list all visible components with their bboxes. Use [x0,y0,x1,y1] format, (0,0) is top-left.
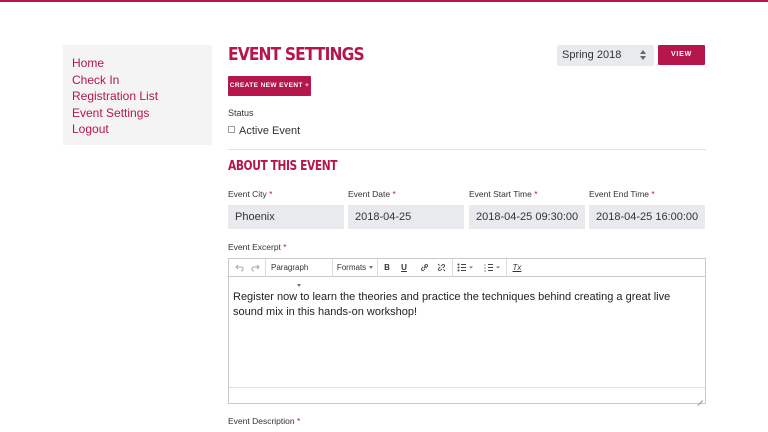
bold-button[interactable]: B [381,259,393,277]
page-title: EVENT SETTINGS [228,44,365,65]
chevron-down-icon [297,284,301,288]
formats-dropdown[interactable]: Formats [334,259,376,277]
top-accent-bar [0,0,768,2]
sidebar-item-registration-list[interactable]: Registration List [72,88,212,105]
undo-icon[interactable] [232,259,246,277]
required-marker: * [392,189,396,199]
sidebar-item-home[interactable]: Home [72,55,212,72]
formats-label: Formats [336,263,367,272]
paragraph-format-label: Paragraph [271,263,309,272]
event-description-label: Event Description * [228,416,300,426]
toolbar-separator [265,259,266,277]
event-end-time-label: Event End Time * [589,189,655,199]
unlink-icon[interactable] [435,259,447,277]
event-start-time-label: Event Start Time * [469,189,538,199]
excerpt-editor-content[interactable]: Register now to learn the theories and p… [233,290,699,320]
toolbar-separator [332,259,333,277]
status-label: Status [228,108,254,118]
chevron-down-icon [369,266,374,270]
numbered-list-icon[interactable]: 123 [482,259,502,277]
create-new-event-button[interactable]: CREATE NEW EVENT + [228,76,311,96]
required-marker: * [297,416,301,426]
toolbar-separator [452,259,453,277]
paragraph-format-dropdown[interactable]: Paragraph [267,259,331,288]
svg-text:3: 3 [484,269,486,272]
event-excerpt-label-text: Event Excerpt [228,242,281,252]
event-date-input[interactable]: 2018-04-25 [348,205,464,229]
view-button[interactable]: VIEW [658,45,705,65]
redo-icon[interactable] [248,259,262,277]
required-marker: * [534,189,538,199]
section-divider [228,149,706,150]
sidebar-item-event-settings[interactable]: Event Settings [72,105,212,122]
editor-toolbar: Paragraph Formats B U 123 Tx [229,259,705,288]
season-select[interactable]: Spring 2018 [557,45,654,66]
event-date-label-text: Event Date [348,189,391,199]
event-city-label-text: Event City [228,189,267,199]
required-marker: * [283,242,287,252]
sidebar-item-check-in[interactable]: Check In [72,72,212,89]
excerpt-editor: Paragraph Formats B U 123 Tx Register no… [228,258,706,404]
clear-formatting-button[interactable]: Tx [510,259,524,277]
toolbar-separator [377,259,378,277]
select-arrows-icon [640,49,647,62]
event-city-input[interactable]: Phoenix [228,205,344,229]
required-marker: * [651,189,655,199]
underline-button[interactable]: U [398,259,410,277]
resize-handle-icon[interactable] [697,395,703,401]
sidebar-item-logout[interactable]: Logout [72,121,212,138]
link-icon[interactable] [418,259,430,277]
event-excerpt-label: Event Excerpt * [228,242,287,252]
event-end-time-input[interactable]: 2018-04-25 16:00:00 [589,205,705,229]
event-end-time-label-text: Event End Time [589,189,650,199]
sidebar-nav: Home Check In Registration List Event Se… [63,45,212,145]
editor-statusbar [229,387,705,403]
event-start-time-input[interactable]: 2018-04-25 09:30:00 [469,205,585,229]
event-description-label-text: Event Description [228,416,295,426]
season-select-value: Spring 2018 [562,49,622,61]
active-event-checkbox[interactable] [228,126,235,133]
event-start-time-label-text: Event Start Time [469,189,532,199]
active-event-label[interactable]: Active Event [239,125,300,137]
bullet-list-icon[interactable] [455,259,475,277]
about-section-title: ABOUT THIS EVENT [228,159,338,174]
required-marker: * [269,189,273,199]
event-city-label: Event City * [228,189,272,199]
event-date-label: Event Date * [348,189,396,199]
toolbar-separator [506,259,507,277]
